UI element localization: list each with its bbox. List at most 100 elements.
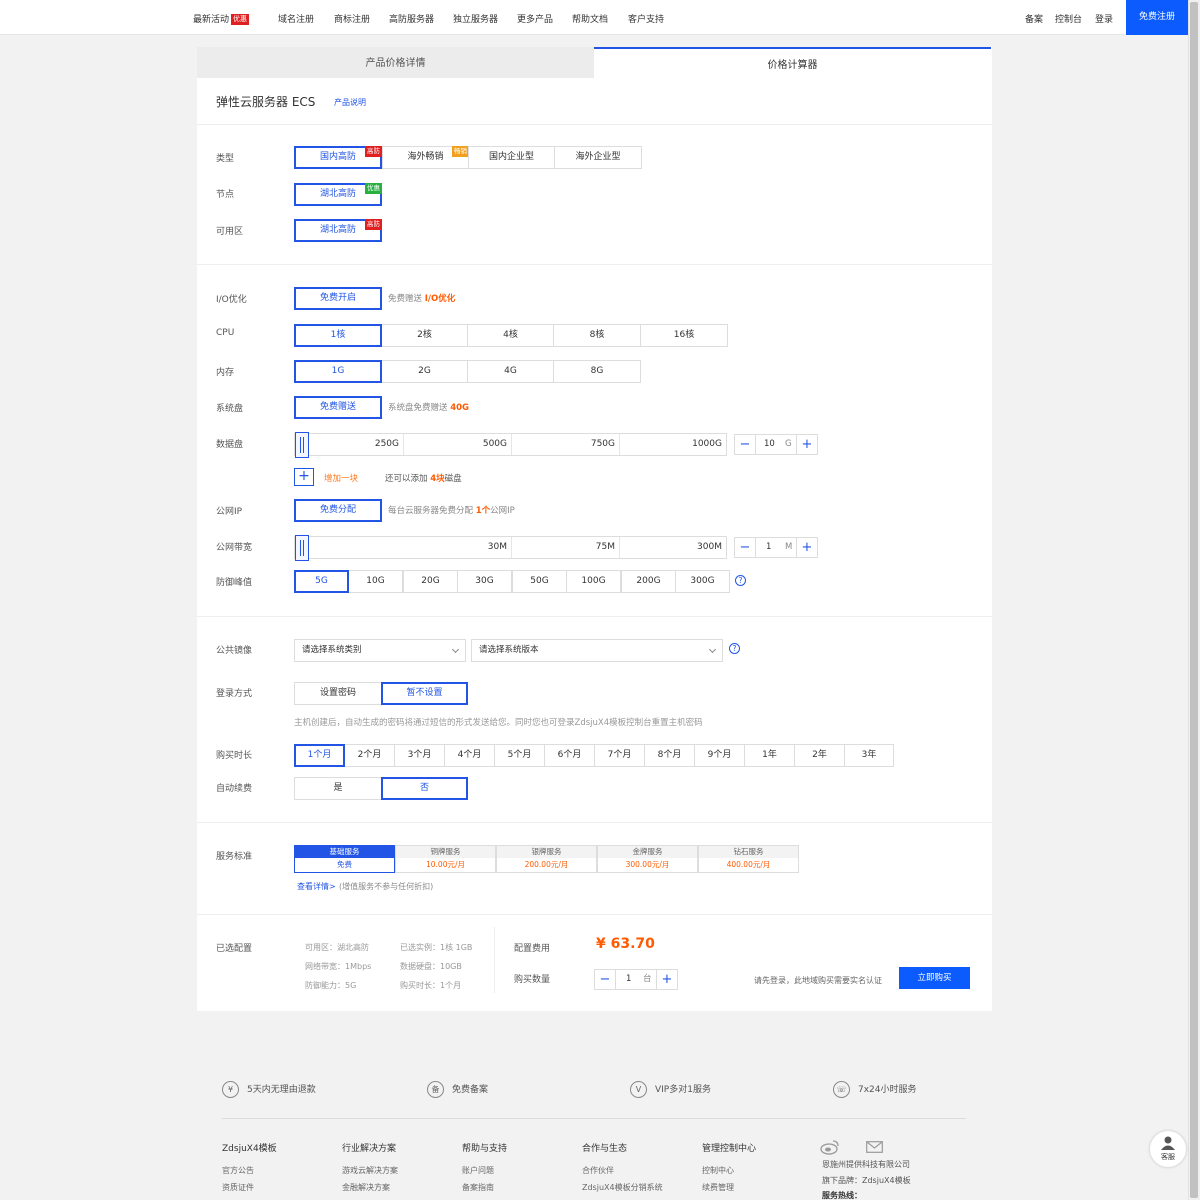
nav-login[interactable]: 登录 bbox=[1095, 12, 1113, 25]
memory-option[interactable]: 1G bbox=[294, 360, 382, 383]
footer-link[interactable]: 合作伙伴 bbox=[582, 1165, 614, 1176]
bandwidth-value[interactable]: 1 bbox=[766, 538, 771, 557]
nav-trademark[interactable]: 商标注册 bbox=[334, 12, 370, 25]
service-option-basic[interactable]: 基础服务 免费 bbox=[294, 845, 395, 873]
slider-handle[interactable] bbox=[295, 432, 309, 458]
type-option-overseas-enterprise[interactable]: 海外企业型 bbox=[554, 146, 642, 169]
duration-option[interactable]: 2年 bbox=[794, 744, 845, 767]
minus-button[interactable]: − bbox=[734, 537, 756, 558]
ddos-option[interactable]: 5G bbox=[294, 570, 349, 593]
cpu-option[interactable]: 8核 bbox=[553, 324, 641, 347]
system-disk-button[interactable]: 免费赠送 bbox=[294, 396, 382, 419]
login-note: 主机创建后，自动生成的密码将通过短信的形式发送给您。同时您也可登录ZdsjuX4… bbox=[294, 718, 703, 728]
duration-option[interactable]: 8个月 bbox=[644, 744, 695, 767]
duration-option[interactable]: 3年 bbox=[844, 744, 894, 767]
login-option-password[interactable]: 设置密码 bbox=[294, 682, 382, 705]
type-option-domestic-enterprise[interactable]: 国内企业型 bbox=[468, 146, 555, 169]
memory-option[interactable]: 4G bbox=[467, 360, 554, 383]
duration-option[interactable]: 5个月 bbox=[494, 744, 545, 767]
nav-dedicated-server[interactable]: 独立服务器 bbox=[453, 12, 498, 25]
nav-console[interactable]: 控制台 bbox=[1055, 12, 1082, 25]
add-disk-button[interactable]: 增加一块 bbox=[324, 472, 358, 484]
duration-option[interactable]: 1个月 bbox=[294, 744, 345, 767]
minus-button[interactable]: − bbox=[734, 434, 756, 455]
register-button[interactable]: 免费注册 bbox=[1126, 0, 1188, 35]
bandwidth-label: 公网带宽 bbox=[216, 543, 253, 553]
plus-button[interactable]: + bbox=[656, 969, 678, 990]
auto-renew-yes[interactable]: 是 bbox=[294, 777, 382, 800]
duration-option[interactable]: 3个月 bbox=[394, 744, 445, 767]
scrollbar-thumb[interactable] bbox=[1190, 2, 1198, 1198]
help-question-icon[interactable]: ? bbox=[735, 575, 746, 586]
public-ip-button[interactable]: 免费分配 bbox=[294, 499, 382, 522]
duration-option[interactable]: 9个月 bbox=[694, 744, 745, 767]
service-detail-link[interactable]: 查看详情> bbox=[297, 881, 336, 892]
duration-option[interactable]: 2个月 bbox=[344, 744, 395, 767]
footer-link[interactable]: ZdsjuX4模板分销系统 bbox=[582, 1182, 663, 1193]
plus-button[interactable]: + bbox=[796, 434, 818, 455]
cpu-option[interactable]: 4核 bbox=[467, 324, 554, 347]
help-question-icon[interactable]: ? bbox=[729, 643, 740, 654]
plus-button[interactable]: + bbox=[796, 537, 818, 558]
ddos-option[interactable]: 50G bbox=[512, 570, 567, 593]
add-disk-plus-icon[interactable]: + bbox=[294, 468, 314, 486]
type-option-overseas[interactable]: 海外畅销 畅销 bbox=[382, 146, 469, 169]
footer-link[interactable]: 账户问题 bbox=[462, 1165, 494, 1176]
mail-icon[interactable] bbox=[866, 1141, 883, 1153]
cpu-option[interactable]: 2核 bbox=[381, 324, 468, 347]
ddos-option[interactable]: 300G bbox=[675, 570, 730, 593]
data-disk-slider[interactable]: 250G 500G 750G 1000G bbox=[294, 432, 727, 458]
nav-help-docs[interactable]: 帮助文档 bbox=[572, 12, 608, 25]
duration-option[interactable]: 1年 bbox=[744, 744, 795, 767]
footer-link[interactable]: 游戏云解决方案 bbox=[342, 1165, 398, 1176]
auto-renew-no[interactable]: 否 bbox=[381, 777, 468, 800]
node-option-hubei[interactable]: 湖北高防 优惠 bbox=[294, 183, 382, 206]
nav-beian[interactable]: 备案 bbox=[1025, 12, 1043, 25]
cpu-option[interactable]: 16核 bbox=[640, 324, 728, 347]
duration-option[interactable]: 4个月 bbox=[444, 744, 495, 767]
cpu-option[interactable]: 1核 bbox=[294, 324, 382, 347]
service-option-silver[interactable]: 银牌服务 200.00元/月 bbox=[496, 845, 597, 873]
customer-service-button[interactable]: 客服 bbox=[1150, 1131, 1186, 1167]
ddos-option[interactable]: 200G bbox=[621, 570, 676, 593]
quantity-value[interactable]: 1 bbox=[626, 970, 631, 989]
duration-option[interactable]: 7个月 bbox=[594, 744, 645, 767]
type-option-domestic-ddos[interactable]: 国内高防 高防 bbox=[294, 146, 382, 169]
nav-domain[interactable]: 域名注册 bbox=[278, 12, 314, 25]
footer-link[interactable]: 官方公告 bbox=[222, 1165, 254, 1176]
weibo-icon[interactable] bbox=[820, 1139, 840, 1155]
os-category-select[interactable]: 请选择系统类别 bbox=[294, 639, 466, 662]
nav-more-products[interactable]: 更多产品 bbox=[517, 12, 553, 25]
memory-option[interactable]: 8G bbox=[553, 360, 641, 383]
footer-link[interactable]: 资质证件 bbox=[222, 1182, 254, 1193]
footer-link[interactable]: 备案指南 bbox=[462, 1182, 494, 1193]
footer-link[interactable]: 控制中心 bbox=[702, 1165, 734, 1176]
os-version-select[interactable]: 请选择系统版本 bbox=[471, 639, 723, 662]
slider-mark: 250G bbox=[374, 439, 399, 449]
bandwidth-slider[interactable]: 30M 75M 300M bbox=[294, 535, 727, 561]
footer-link[interactable]: 续费管理 bbox=[702, 1182, 734, 1193]
zone-option-hubei[interactable]: 湖北高防 高防 bbox=[294, 219, 382, 242]
memory-option[interactable]: 2G bbox=[381, 360, 468, 383]
login-option-none[interactable]: 暂不设置 bbox=[381, 682, 468, 705]
tab-price-calculator[interactable]: 价格计算器 bbox=[594, 47, 991, 78]
ddos-option[interactable]: 100G bbox=[566, 570, 621, 593]
footer-link[interactable]: 金融解决方案 bbox=[342, 1182, 390, 1193]
minus-button[interactable]: − bbox=[594, 969, 616, 990]
service-option-bronze[interactable]: 铜牌服务 10.00元/月 bbox=[395, 845, 496, 873]
service-option-diamond[interactable]: 钻石服务 400.00元/月 bbox=[698, 845, 799, 873]
ddos-option[interactable]: 20G bbox=[403, 570, 458, 593]
duration-option[interactable]: 6个月 bbox=[544, 744, 595, 767]
nav-latest-activity[interactable]: 最新活动 优惠 bbox=[193, 12, 250, 25]
data-disk-value[interactable]: 10 bbox=[764, 435, 775, 454]
nav-customer-support[interactable]: 客户支持 bbox=[628, 12, 664, 25]
io-enable-button[interactable]: 免费开启 bbox=[294, 287, 382, 310]
buy-now-button[interactable]: 立即购买 bbox=[899, 967, 970, 989]
service-option-gold[interactable]: 金牌服务 300.00元/月 bbox=[597, 845, 698, 873]
product-doc-link[interactable]: 产品说明 bbox=[334, 97, 366, 108]
tab-price-details[interactable]: 产品价格详情 bbox=[197, 47, 594, 78]
ddos-option[interactable]: 30G bbox=[457, 570, 512, 593]
ddos-option[interactable]: 10G bbox=[348, 570, 403, 593]
nav-ddos-server[interactable]: 高防服务器 bbox=[389, 12, 434, 25]
slider-handle[interactable] bbox=[295, 535, 309, 561]
